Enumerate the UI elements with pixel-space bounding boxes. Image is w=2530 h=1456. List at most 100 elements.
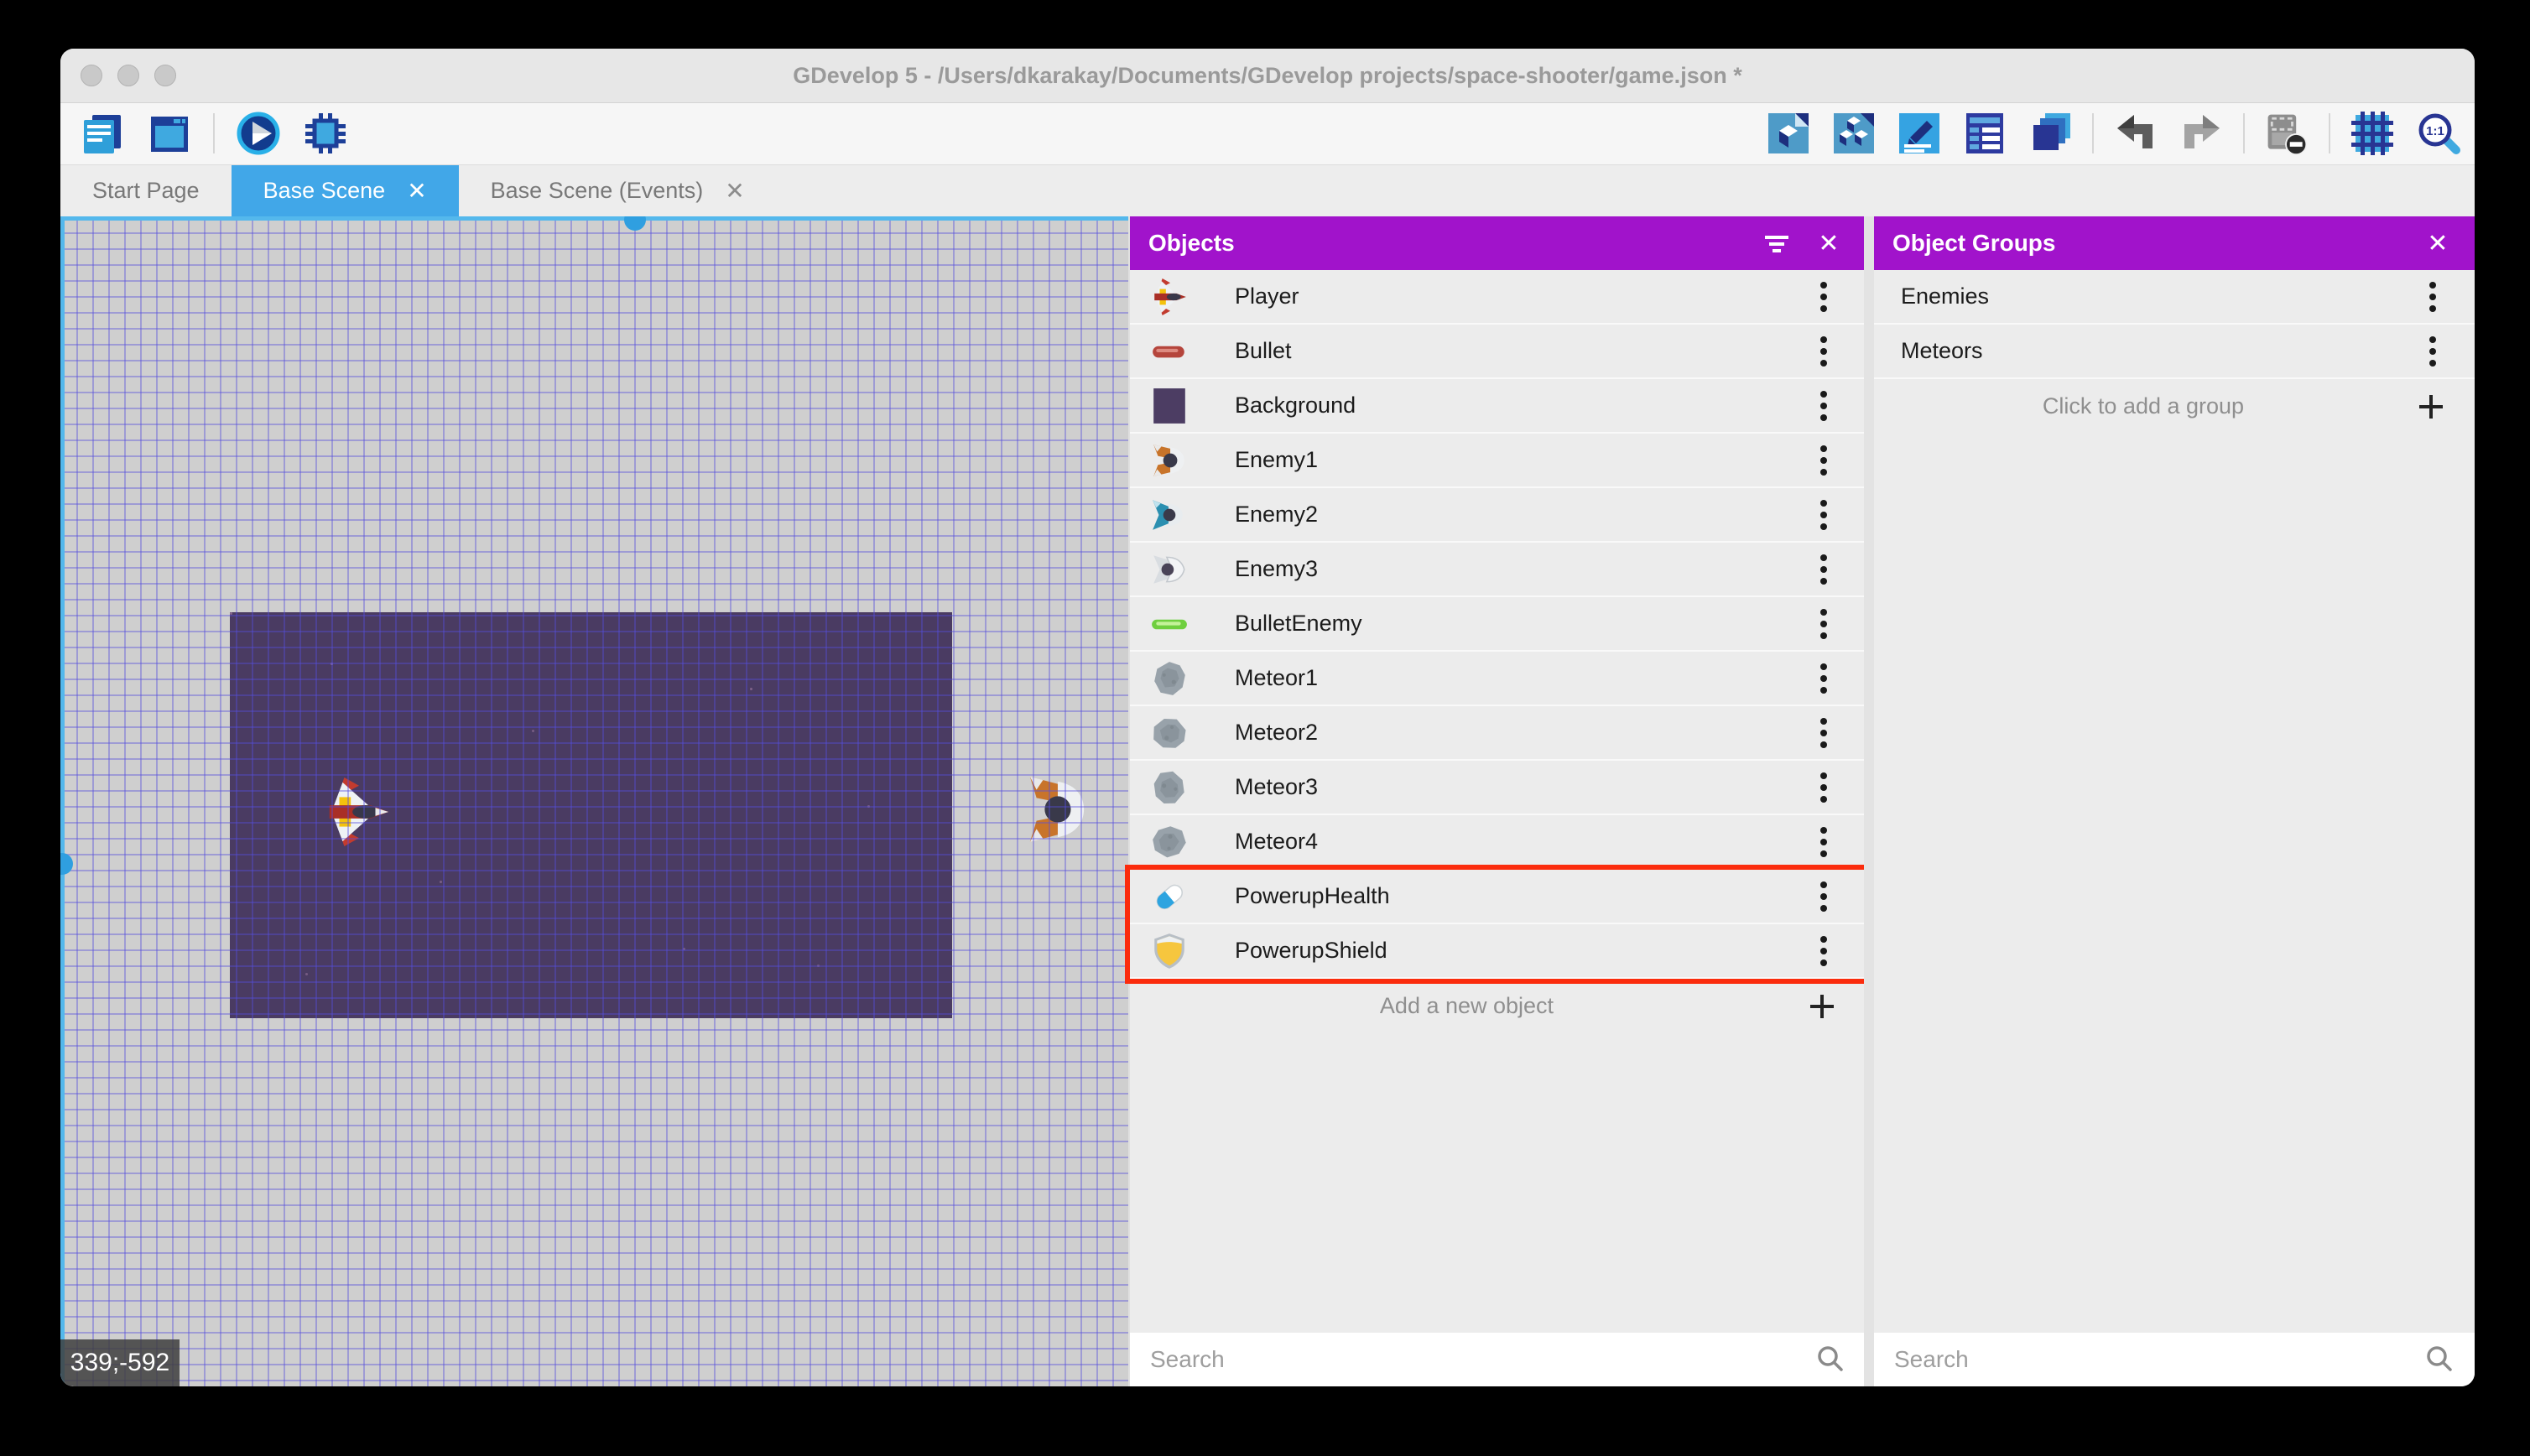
object-row-meteor4[interactable]: Meteor4 xyxy=(1130,815,1866,870)
object-row-enemy3[interactable]: Enemy3 xyxy=(1130,543,1866,597)
powerup-health-icon xyxy=(1150,877,1189,916)
object-row-bulletenemy[interactable]: BulletEnemy xyxy=(1130,597,1866,652)
editor-tabs: Start Page Base Scene ✕ Base Scene (Even… xyxy=(60,165,2475,216)
object-menu-button[interactable] xyxy=(1807,387,1840,424)
object-menu-button[interactable] xyxy=(1807,715,1840,751)
scene-border-top xyxy=(60,216,1128,221)
objects-panel-header: Objects ✕ xyxy=(1130,216,1866,270)
grid-icon[interactable] xyxy=(2349,110,2396,157)
background-icon xyxy=(1150,387,1189,425)
group-menu-button[interactable] xyxy=(2416,333,2449,370)
meteor-icon xyxy=(1150,659,1189,698)
search-icon[interactable] xyxy=(2421,1341,2458,1378)
add-object-button[interactable]: Add a new object xyxy=(1130,979,1866,1033)
objects-list: Player Bullet Background Enemy1 Enemy2 E… xyxy=(1130,270,1866,1033)
player-instance[interactable] xyxy=(321,776,393,848)
object-row-powerupshield[interactable]: PowerupShield xyxy=(1130,924,1866,979)
toolbar-separator xyxy=(213,113,215,153)
close-tab-icon[interactable]: ✕ xyxy=(407,177,426,205)
meteor-icon xyxy=(1150,714,1189,752)
object-name: Meteor3 xyxy=(1235,774,1319,799)
filter-icon[interactable] xyxy=(1758,225,1795,262)
object-name: Enemy3 xyxy=(1235,556,1319,581)
screenshot: GDevelop 5 - /Users/dkarakay/Documents/G… xyxy=(0,0,2530,1456)
group-row-enemies[interactable]: Enemies xyxy=(1874,270,2475,325)
close-panel-icon[interactable]: ✕ xyxy=(1810,225,1847,262)
enemy1-icon xyxy=(1150,441,1189,480)
tab-start-page[interactable]: Start Page xyxy=(60,165,232,216)
object-menu-button[interactable] xyxy=(1807,551,1840,588)
object-menu-button[interactable] xyxy=(1807,824,1840,861)
tab-label: Base Scene xyxy=(263,178,386,203)
object-menu-button[interactable] xyxy=(1807,878,1840,915)
undo-icon[interactable] xyxy=(2112,110,2159,157)
object-row-meteor1[interactable]: Meteor1 xyxy=(1130,652,1866,706)
group-row-meteors[interactable]: Meteors xyxy=(1874,325,2475,379)
redo-icon[interactable] xyxy=(2178,110,2225,157)
group-name: Enemies xyxy=(1901,283,1990,309)
object-name: BulletEnemy xyxy=(1235,611,1362,636)
player-icon xyxy=(1150,278,1189,316)
object-groups-panel: Object Groups ✕ Enemies Meteors Click to… xyxy=(1874,216,2475,1386)
properties-icon[interactable] xyxy=(1896,110,1943,157)
zoom-1-1-icon[interactable]: 1:1 xyxy=(2414,110,2461,157)
object-row-meteor2[interactable]: Meteor2 xyxy=(1130,706,1866,761)
instances-list-icon[interactable] xyxy=(1961,110,2008,157)
object-menu-button[interactable] xyxy=(1807,769,1840,806)
object-row-enemy1[interactable]: Enemy1 xyxy=(1130,434,1866,488)
tab-label: Base Scene (Events) xyxy=(490,178,704,203)
object-menu-button[interactable] xyxy=(1807,333,1840,370)
objects-editor-icon[interactable] xyxy=(1765,110,1812,157)
object-menu-button[interactable] xyxy=(1807,660,1840,697)
groups-search-bar xyxy=(1874,1333,2475,1386)
enemy2-icon xyxy=(1150,496,1189,534)
debug-icon[interactable] xyxy=(302,110,349,157)
search-icon[interactable] xyxy=(1812,1341,1849,1378)
powerup-shield-icon xyxy=(1150,932,1189,970)
tab-base-scene-events[interactable]: Base Scene (Events) ✕ xyxy=(459,165,777,216)
scene-window-icon[interactable] xyxy=(146,110,193,157)
object-menu-button[interactable] xyxy=(1807,278,1840,315)
window-title: GDevelop 5 - /Users/dkarakay/Documents/G… xyxy=(793,63,1742,88)
object-row-player[interactable]: Player xyxy=(1130,270,1866,325)
object-name: Background xyxy=(1235,393,1356,418)
object-row-enemy2[interactable]: Enemy2 xyxy=(1130,488,1866,543)
enemy-instance[interactable] xyxy=(1025,773,1087,845)
background-stars xyxy=(230,612,232,615)
object-row-background[interactable]: Background xyxy=(1130,379,1866,434)
close-tab-icon[interactable]: ✕ xyxy=(725,177,744,205)
object-name: Enemy2 xyxy=(1235,502,1319,527)
object-row-meteor3[interactable]: Meteor3 xyxy=(1130,761,1866,815)
toolbar-separator xyxy=(2329,113,2330,153)
panel-divider[interactable] xyxy=(1864,216,1874,1386)
layers-icon[interactable] xyxy=(2027,110,2074,157)
play-icon[interactable] xyxy=(235,110,282,157)
groups-search-input[interactable] xyxy=(1874,1345,2421,1374)
object-groups-editor-icon[interactable] xyxy=(1830,110,1877,157)
object-row-bullet[interactable]: Bullet xyxy=(1130,325,1866,379)
objects-search-input[interactable] xyxy=(1130,1345,1812,1374)
scene-canvas[interactable]: 339;-592 xyxy=(60,216,1128,1386)
scene-handle-left[interactable] xyxy=(60,853,73,875)
scene-border-left xyxy=(60,216,65,1386)
tab-base-scene[interactable]: Base Scene ✕ xyxy=(231,165,459,216)
window-mask-icon[interactable] xyxy=(2263,110,2310,157)
object-name: Meteor2 xyxy=(1235,720,1319,745)
object-name: Player xyxy=(1235,283,1299,309)
object-menu-button[interactable] xyxy=(1807,933,1840,970)
object-row-poweruphealth[interactable]: PowerupHealth xyxy=(1130,870,1866,924)
object-menu-button[interactable] xyxy=(1807,442,1840,479)
meteor-icon xyxy=(1150,823,1189,861)
plus-icon xyxy=(2413,388,2449,425)
scene-handle-top[interactable] xyxy=(624,216,646,231)
add-group-button[interactable]: Click to add a group xyxy=(1874,379,2475,434)
close-panel-icon[interactable]: ✕ xyxy=(2419,225,2456,262)
bullet-icon xyxy=(1150,332,1189,371)
group-menu-button[interactable] xyxy=(2416,278,2449,315)
meteor-icon xyxy=(1150,768,1189,807)
project-manager-icon[interactable] xyxy=(79,110,126,157)
object-menu-button[interactable] xyxy=(1807,497,1840,533)
panel-title: Object Groups xyxy=(1892,230,2056,256)
main-toolbar: 1:1 xyxy=(60,103,2475,165)
object-menu-button[interactable] xyxy=(1807,606,1840,642)
